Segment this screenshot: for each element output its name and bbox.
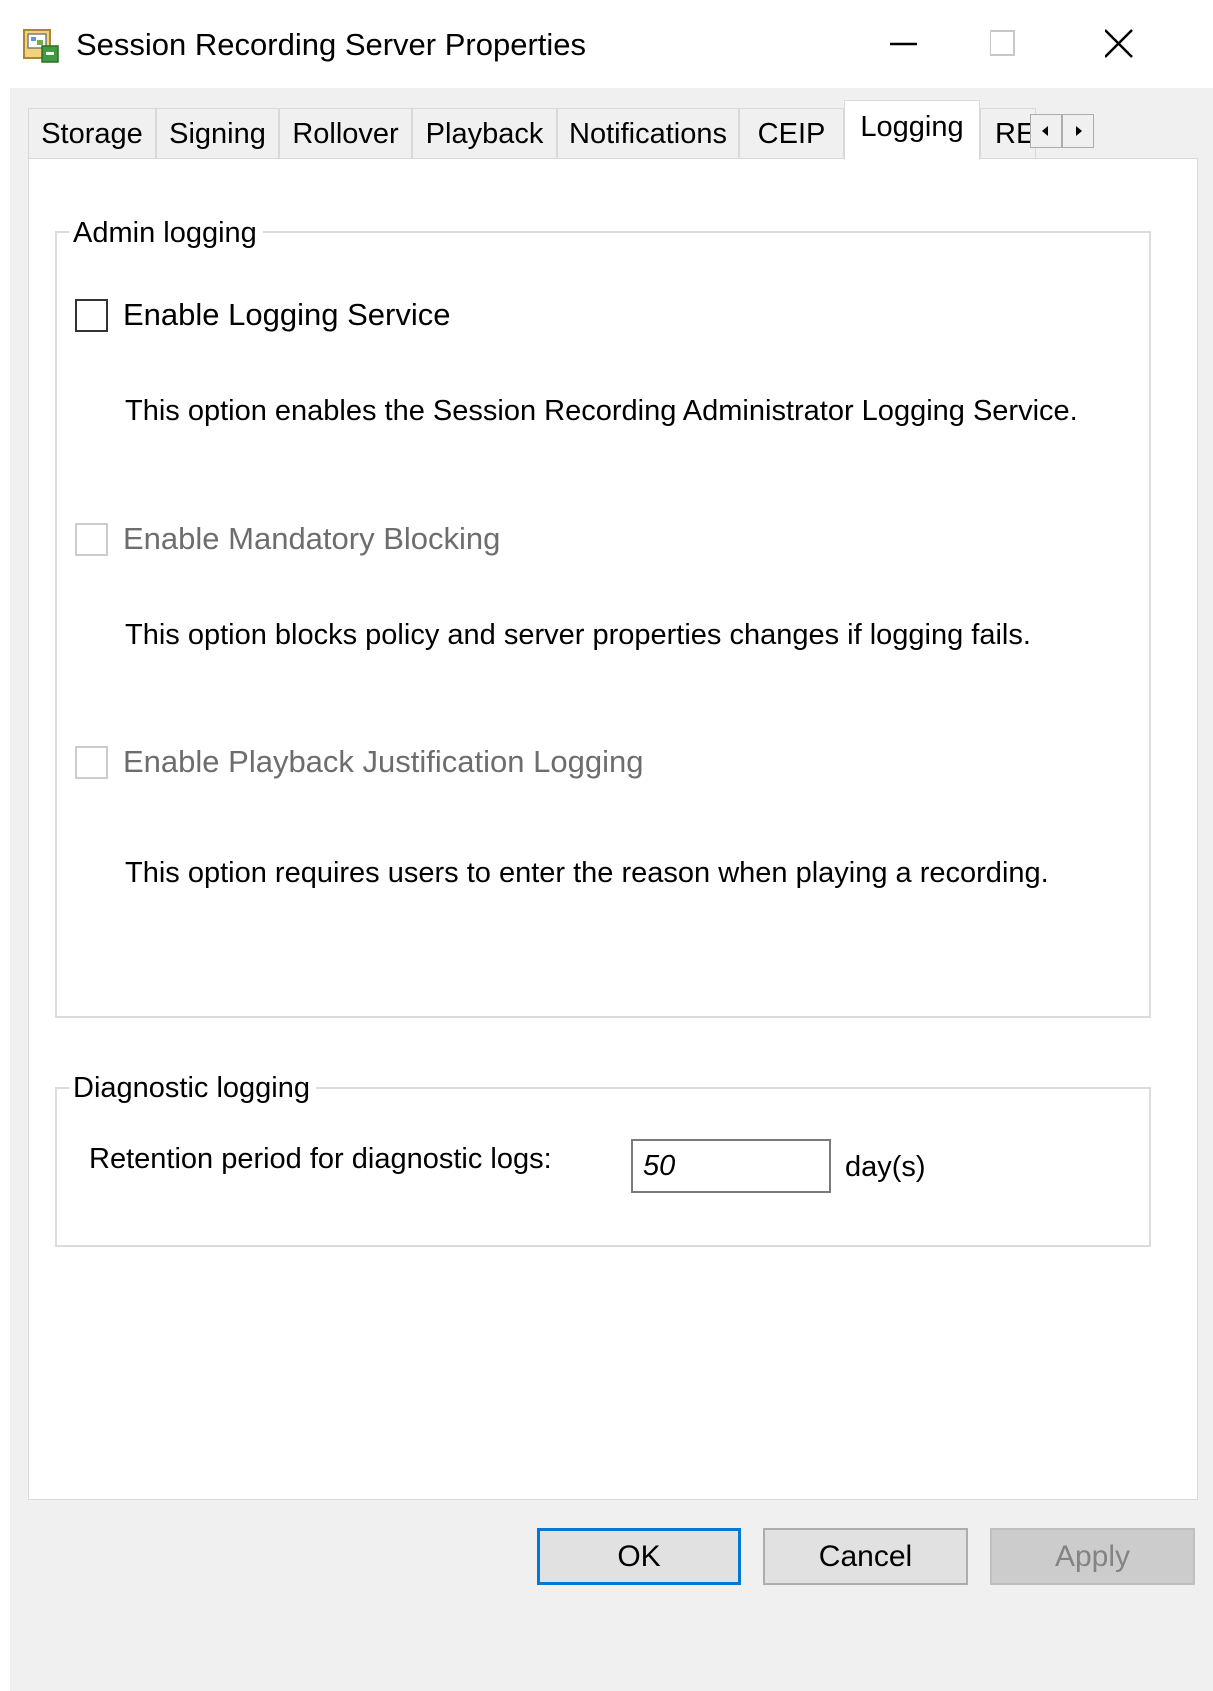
arrow-left-icon xyxy=(1042,126,1048,136)
apply-button[interactable]: Apply xyxy=(990,1528,1195,1585)
enable-mandatory-blocking-option[interactable]: Enable Mandatory Blocking xyxy=(75,519,500,559)
enable-playback-justification-label[interactable]: Enable Playback Justification Logging xyxy=(123,742,643,782)
tab-storage[interactable]: Storage xyxy=(28,108,156,158)
close-button[interactable] xyxy=(1104,10,1185,80)
logging-tab-panel: Admin logging Enable Logging Service Thi… xyxy=(28,158,1198,1500)
session-recording-app-icon xyxy=(22,26,60,64)
tab-scroll-right-button[interactable] xyxy=(1062,114,1094,148)
cancel-button[interactable]: Cancel xyxy=(763,1528,968,1585)
tab-playback[interactable]: Playback xyxy=(412,108,557,158)
enable-mandatory-blocking-checkbox[interactable] xyxy=(75,522,108,556)
tab-scroll-left-button[interactable] xyxy=(1030,114,1062,148)
ok-button[interactable]: OK xyxy=(537,1528,741,1585)
enable-logging-service-option[interactable]: Enable Logging Service xyxy=(75,295,450,335)
enable-logging-service-checkbox[interactable] xyxy=(75,298,108,332)
minimize-icon xyxy=(890,42,917,46)
retention-period-input[interactable] xyxy=(631,1139,831,1193)
playback-justification-description: This option requires users to enter the … xyxy=(125,857,1049,889)
retention-period-label: Retention period for diagnostic logs: xyxy=(89,1143,552,1175)
tab-notifications[interactable]: Notifications xyxy=(557,108,739,158)
enable-logging-service-label[interactable]: Enable Logging Service xyxy=(123,295,450,335)
diagnostic-logging-legend: Diagnostic logging xyxy=(69,1070,316,1106)
minimize-button[interactable] xyxy=(870,10,950,80)
title-bar[interactable]: Session Recording Server Properties xyxy=(10,0,1213,88)
tab-re-truncated[interactable]: RE xyxy=(980,108,1036,158)
mandatory-blocking-description: This option blocks policy and server pro… xyxy=(125,619,1031,651)
maximize-button[interactable] xyxy=(989,10,1070,80)
properties-dialog: Session Recording Server Properties Stor… xyxy=(10,0,1213,1691)
enable-mandatory-blocking-label[interactable]: Enable Mandatory Blocking xyxy=(123,519,500,559)
enable-playback-justification-option[interactable]: Enable Playback Justification Logging xyxy=(75,742,643,782)
window-title: Session Recording Server Properties xyxy=(76,27,587,62)
arrow-right-icon xyxy=(1076,126,1082,136)
tab-ceip[interactable]: CEIP xyxy=(739,108,844,158)
tab-rollover[interactable]: Rollover xyxy=(279,108,412,158)
tab-signing[interactable]: Signing xyxy=(156,108,279,158)
tab-strip: Storage Signing Rollover Playback Notifi… xyxy=(28,100,1198,160)
tab-logging[interactable]: Logging xyxy=(844,100,980,160)
close-icon xyxy=(1104,29,1133,58)
logging-service-description: This option enables the Session Recordin… xyxy=(125,395,1078,427)
retention-unit-label: day(s) xyxy=(845,1151,926,1183)
enable-playback-justification-checkbox[interactable] xyxy=(75,745,108,779)
maximize-icon xyxy=(989,30,1015,56)
admin-logging-legend: Admin logging xyxy=(69,215,263,251)
